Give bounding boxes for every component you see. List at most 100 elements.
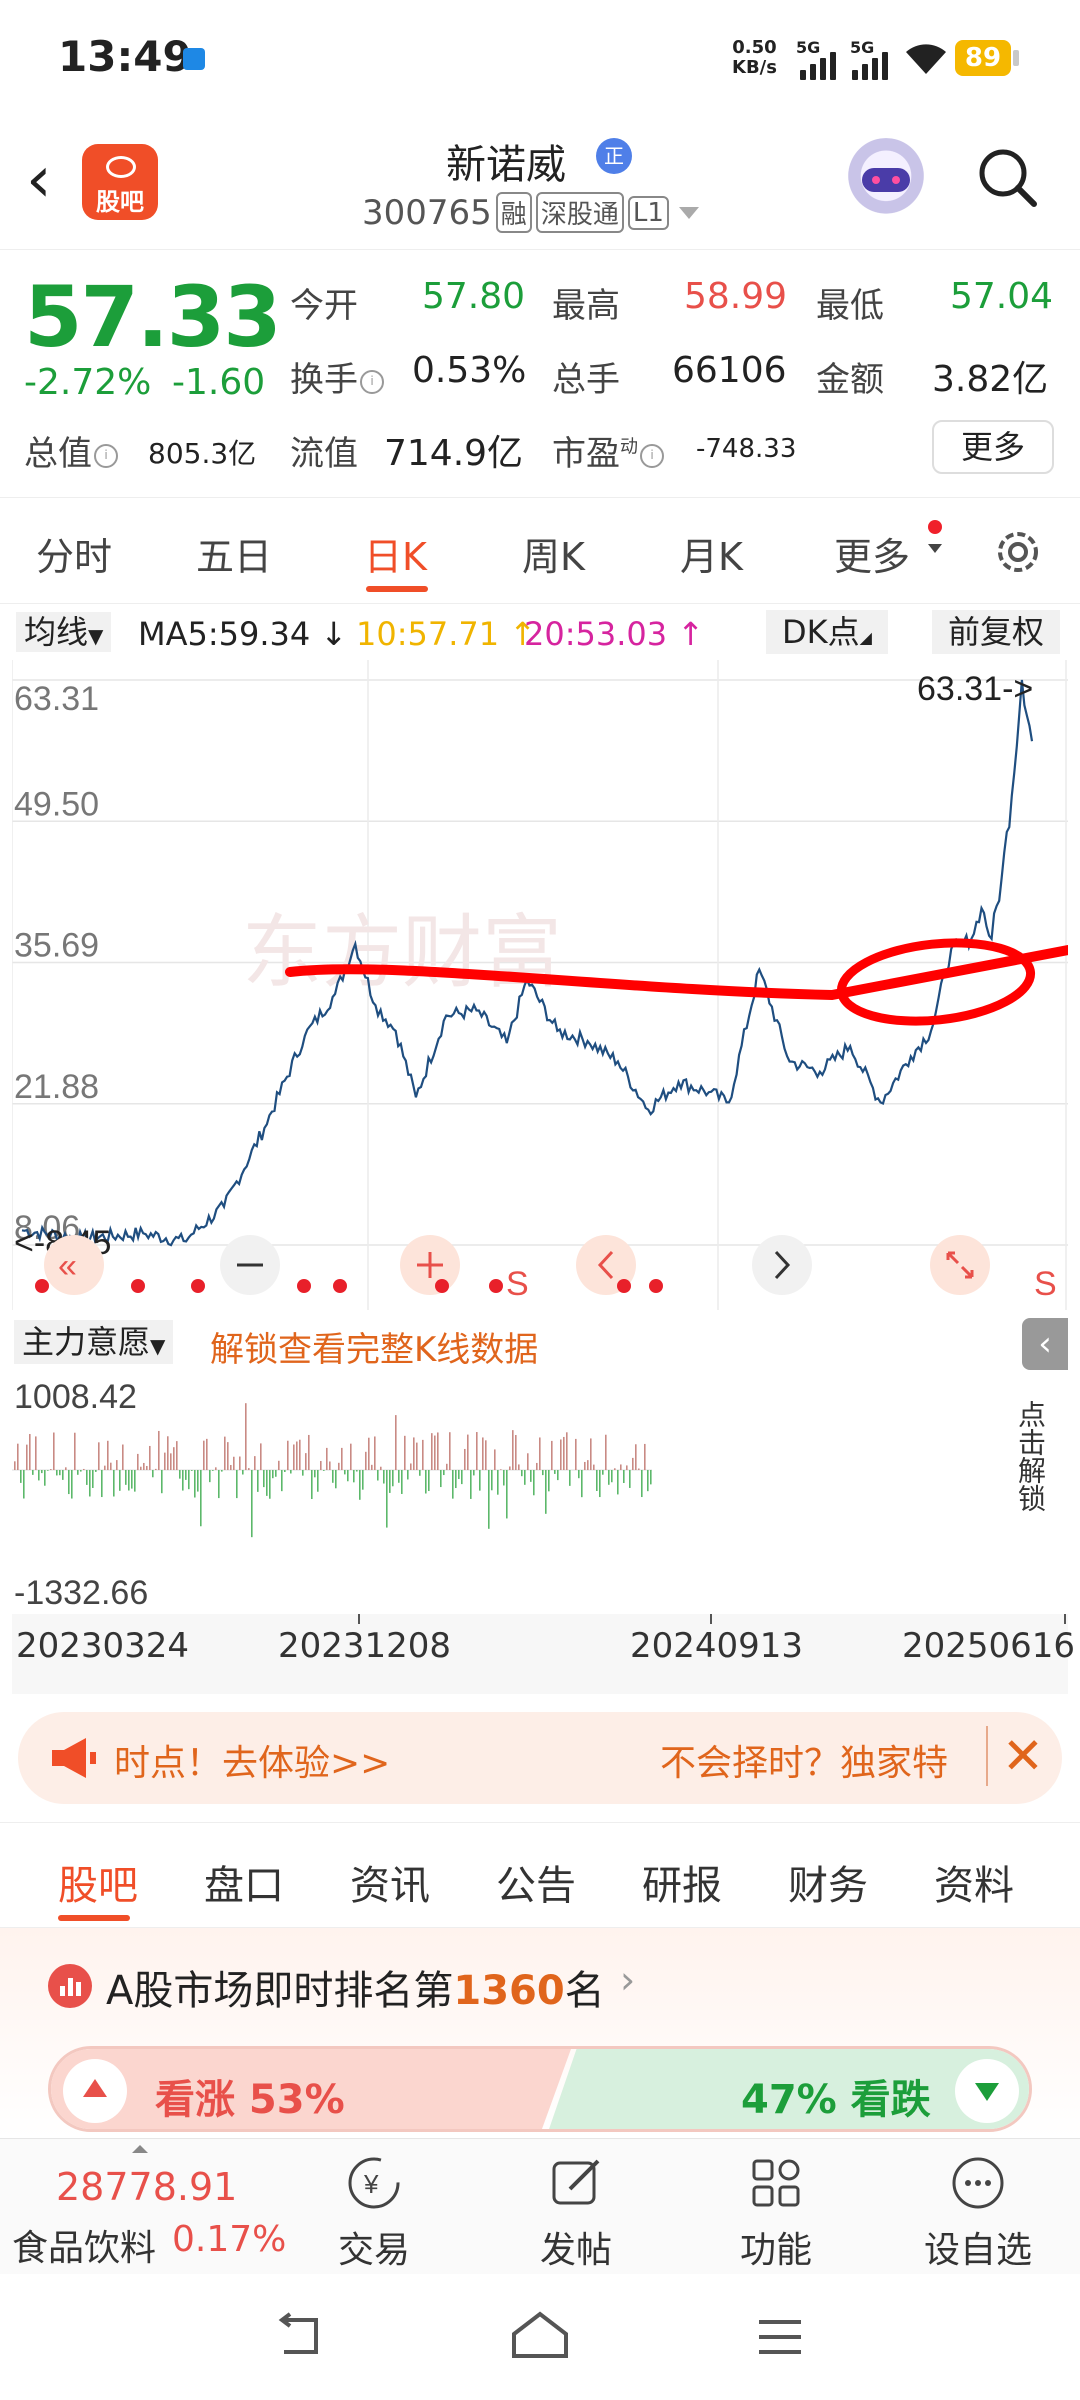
outflow-bar	[44, 1470, 46, 1486]
vote-down-button[interactable]	[955, 2059, 1019, 2123]
close-icon[interactable]: ✕	[986, 1726, 1044, 1786]
sector-index-value[interactable]: 28778.91	[56, 2165, 237, 2209]
inflow-bar	[110, 1462, 112, 1470]
inflow-bar	[371, 1464, 373, 1470]
inflow-bar	[437, 1432, 439, 1470]
float-cap-label: 流值	[290, 434, 358, 474]
adjust-button[interactable]: 前复权	[932, 610, 1060, 654]
tab-daily-k[interactable]: 日K	[364, 526, 427, 581]
tab-intraday[interactable]: 分时	[36, 526, 112, 581]
inflow-bar	[146, 1465, 148, 1470]
menu-nav-icon[interactable]	[755, 2312, 805, 2362]
trade-button[interactable]: ¥ 交易	[314, 2153, 434, 2273]
period-tabs: 分时 五日 日K 周K 月K 更多	[0, 498, 1080, 604]
expand-arrow-icon[interactable]	[132, 2145, 148, 2153]
sector-name[interactable]: 食品饮料	[12, 2219, 156, 2271]
functions-button[interactable]: 功能	[716, 2153, 836, 2273]
grid-icon	[752, 2159, 800, 2207]
trade-label: 交易	[337, 2230, 410, 2271]
inflow-bar	[17, 1443, 19, 1470]
add-watchlist-button[interactable]: 设自选	[918, 2153, 1038, 2273]
inflow-bar	[320, 1460, 322, 1470]
outflow-bar	[92, 1470, 94, 1488]
outflow-bar	[623, 1470, 625, 1483]
back-nav-icon[interactable]	[270, 2312, 330, 2362]
outflow-bar	[569, 1470, 571, 1486]
outflow-bar	[38, 1470, 40, 1481]
volume-label: 总手	[552, 360, 620, 400]
y-tick-label: 35.69	[14, 927, 99, 965]
tab-news[interactable]: 资讯	[350, 1853, 430, 1911]
promo-banner[interactable]: 时点！去体验>> 不会择时？独家特 ✕	[18, 1712, 1062, 1804]
outflow-bar	[290, 1470, 292, 1474]
ranking-text[interactable]: A股市场即时排名第1360名	[106, 1958, 605, 2016]
inflow-bar	[215, 1467, 217, 1470]
chevron-right-icon[interactable]: ›	[620, 1958, 635, 2002]
outflow-bar	[119, 1470, 121, 1491]
tab-research[interactable]: 研报	[642, 1853, 722, 1911]
search-icon[interactable]	[976, 146, 1038, 208]
inflow-bar	[224, 1436, 226, 1470]
tab-more[interactable]: 更多	[834, 526, 910, 581]
pe-value: -748.33	[696, 434, 797, 464]
outflow-bar	[599, 1470, 601, 1498]
inflow-bar	[50, 1469, 52, 1470]
guba-logo[interactable]: 股吧	[82, 144, 158, 220]
level-tag: L1	[627, 195, 669, 230]
y-tick-label: 21.88	[14, 1068, 99, 1106]
outflow-bar	[428, 1470, 430, 1492]
outflow-bar	[578, 1470, 580, 1479]
outflow-bar	[521, 1470, 523, 1477]
outflow-bar	[629, 1470, 631, 1488]
indicator-selector[interactable]: 主力意愿▼	[14, 1320, 174, 1364]
fullscreen-icon	[930, 1235, 990, 1295]
tab-order-book[interactable]: 盘口	[204, 1853, 284, 1911]
margin-tag: 融	[495, 192, 532, 233]
tab-profile[interactable]: 资料	[934, 1853, 1014, 1911]
unlock-kline-link[interactable]: 解锁查看完整K线数据	[210, 1322, 538, 1371]
outflow-bar	[263, 1470, 265, 1488]
gear-icon[interactable]	[990, 524, 1046, 580]
inflow-bar	[98, 1442, 100, 1470]
outflow-bar	[596, 1470, 598, 1491]
ma-selector[interactable]: 均线▼	[16, 612, 112, 652]
caret-down-icon	[928, 544, 942, 553]
robot-assistant-icon[interactable]	[844, 138, 928, 222]
k-line-chart[interactable]: 东方财富 63.3149.5035.6921.888.06 63.31-> <-…	[12, 660, 1068, 1310]
inflow-bar	[560, 1439, 562, 1470]
inflow-bar	[512, 1430, 514, 1470]
vote-up-button[interactable]	[63, 2059, 127, 2123]
outflow-bar	[314, 1470, 316, 1478]
stock-code-row[interactable]: 300765 融 深股通 L1	[362, 192, 699, 233]
connect-tag: 深股通	[535, 192, 624, 233]
collapse-icon[interactable]: ‹	[1022, 1318, 1068, 1370]
tab-announcements[interactable]: 公告	[496, 1853, 576, 1911]
inflow-bar	[368, 1437, 370, 1470]
home-nav-icon[interactable]	[508, 2310, 572, 2360]
click-unlock-side[interactable]: 点击解锁	[998, 1400, 1062, 1600]
post-button[interactable]: 发帖	[516, 2153, 636, 2273]
inflow-bar	[122, 1444, 124, 1470]
outflow-bar	[32, 1470, 34, 1475]
signal-dot	[489, 1279, 503, 1293]
inflow-bar	[74, 1432, 76, 1470]
tab-financials[interactable]: 财务	[788, 1853, 868, 1911]
tab-five-day[interactable]: 五日	[196, 526, 272, 581]
outflow-bar	[152, 1470, 154, 1478]
back-icon[interactable]: ‹	[26, 148, 52, 212]
tab-weekly-k[interactable]: 周K	[522, 526, 585, 581]
inflow-bar	[527, 1453, 529, 1470]
tab-monthly-k[interactable]: 月K	[680, 526, 743, 581]
outflow-bar	[134, 1470, 136, 1492]
stock-name: 新诺威	[446, 142, 566, 188]
dk-point-button[interactable]: DK点◢	[766, 610, 888, 654]
inflow-bar	[500, 1469, 502, 1470]
outflow-bar	[86, 1470, 88, 1485]
inflow-bar	[416, 1442, 418, 1470]
inflow-bar	[518, 1464, 520, 1470]
sell-marker-2: S	[1034, 1265, 1057, 1303]
tab-guba[interactable]: 股吧	[58, 1853, 138, 1911]
more-button[interactable]: 更多	[932, 420, 1054, 474]
outflow-bar	[56, 1470, 58, 1476]
outflow-bar	[362, 1470, 364, 1490]
